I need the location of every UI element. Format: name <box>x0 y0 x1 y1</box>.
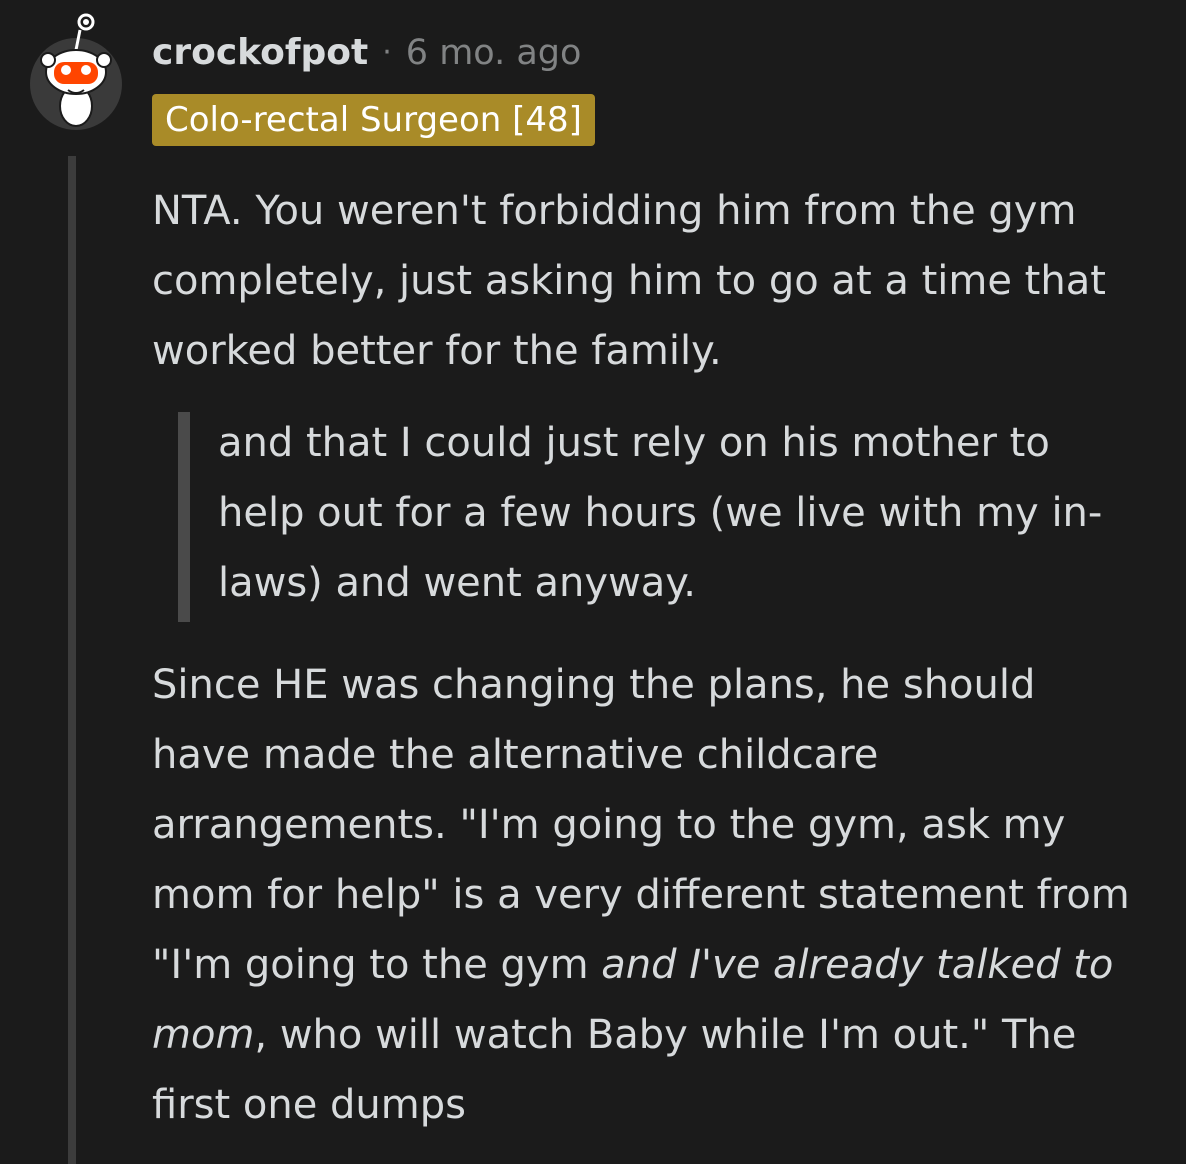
comment-body: NTA. You weren't forbidding him from the… <box>152 176 1132 1140</box>
paragraph-text: , who will watch Baby while I'm out." Th… <box>152 1012 1077 1128</box>
comment-paragraph: Since HE was changing the plans, he shou… <box>152 650 1132 1140</box>
comment-paragraph: NTA. You weren't forbidding him from the… <box>152 188 1106 374</box>
snoo-avatar-icon[interactable] <box>28 10 124 130</box>
thread-collapse-line[interactable] <box>68 156 76 1164</box>
user-flair: Colo-rectal Surgeon [48] <box>152 94 595 146</box>
timestamp[interactable]: 6 mo. ago <box>406 28 582 78</box>
meta-separator: · <box>382 35 392 70</box>
blockquote: and that I could just rely on his mother… <box>178 408 1128 622</box>
blockquote-text: and that I could just rely on his mother… <box>218 420 1103 606</box>
blockquote-bar <box>178 412 190 622</box>
comment-header: crockofpot · 6 mo. ago <box>152 28 581 78</box>
author-username[interactable]: crockofpot <box>152 28 368 78</box>
comment: crockofpot · 6 mo. ago Colo-rectal Surge… <box>0 0 1186 1164</box>
paragraph-text: Since HE was changing the plans, he shou… <box>152 662 1130 988</box>
